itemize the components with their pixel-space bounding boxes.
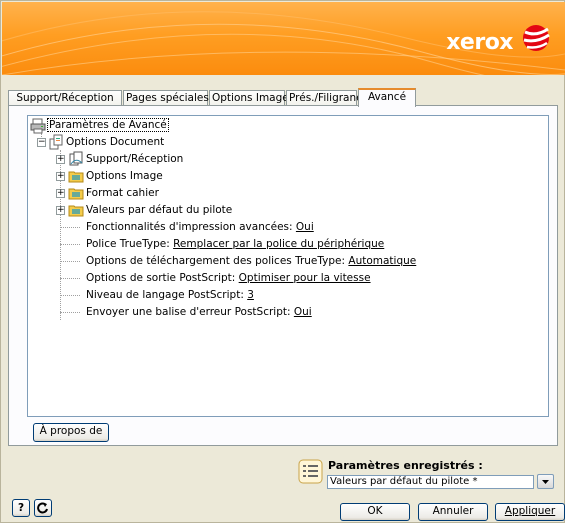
printer-icon [30, 118, 46, 134]
setting-label: Options de sortie PostScript: [86, 272, 239, 284]
settings-tree[interactable]: Paramètres de Avancé − Options Document … [27, 115, 549, 417]
setting-value[interactable]: Optimiser pour la vitesse [239, 272, 371, 284]
expand-toggle[interactable]: + [56, 172, 65, 181]
about-button[interactable]: À propos de [33, 423, 109, 442]
apply-button-label: Appliquer [504, 505, 556, 517]
tree-item-options-document[interactable]: Options Document [66, 134, 164, 150]
collapse-toggle[interactable]: − [37, 138, 46, 147]
tab-pres-filigrane[interactable]: Prés./Filigrane [286, 90, 363, 106]
cancel-button[interactable]: Annuler [418, 503, 488, 521]
question-icon: ? [17, 502, 25, 514]
tree-connector [60, 278, 80, 279]
xerox-logo-text: xerox [446, 30, 513, 55]
chevron-down-icon [542, 480, 549, 484]
setting-niveau-langage[interactable]: Niveau de langage PostScript: 3 [86, 287, 254, 303]
tree-root[interactable]: Paramètres de Avancé [47, 117, 169, 133]
expand-toggle[interactable]: + [56, 155, 65, 164]
reset-icon [37, 502, 48, 514]
reset-button[interactable] [34, 499, 52, 517]
saved-settings-icon [298, 459, 323, 484]
tree-connector [60, 244, 80, 245]
tab-pages-speciales[interactable]: Pages spéciales [123, 90, 209, 106]
setting-label: Envoyer une balise d'erreur PostScript: [86, 306, 294, 318]
tab-options-image[interactable]: Options Image [209, 90, 289, 106]
document-options-icon [69, 151, 83, 166]
expand-toggle[interactable]: + [56, 189, 65, 198]
tree-item-valeurs-defaut[interactable]: Valeurs par défaut du pilote [86, 202, 232, 218]
tree-item-options-image[interactable]: Options Image [86, 168, 163, 184]
saved-settings-dropdown-button[interactable] [537, 474, 554, 489]
help-button[interactable]: ? [12, 499, 30, 517]
saved-settings-select[interactable]: Valeurs par défaut du pilote * [327, 475, 534, 489]
setting-label: Fonctionnalités d'impression avancées: [86, 221, 296, 233]
setting-fonctionnalites[interactable]: Fonctionnalités d'impression avancées: O… [86, 219, 314, 235]
setting-sortie-postscript[interactable]: Options de sortie PostScript: Optimiser … [86, 270, 371, 286]
tree-connector [60, 312, 80, 313]
setting-balise-erreur[interactable]: Envoyer une balise d'erreur PostScript: … [86, 304, 312, 320]
folder-icon [68, 188, 84, 200]
tree-item-format-cahier[interactable]: Format cahier [86, 185, 159, 201]
tree-connector [60, 295, 80, 296]
tree-connector [60, 227, 80, 228]
setting-value[interactable]: Oui [296, 221, 314, 233]
setting-label: Options de téléchargement des polices Tr… [86, 255, 349, 267]
setting-telechargement-polices[interactable]: Options de téléchargement des polices Tr… [86, 253, 416, 269]
setting-police-truetype[interactable]: Police TrueType: Remplacer par la police… [86, 236, 384, 252]
tab-avance[interactable]: Avancé [358, 88, 416, 107]
saved-settings-label: Paramètres enregistrés : [328, 459, 483, 472]
tree-root-label: Paramètres de Avancé [47, 118, 169, 132]
expand-toggle[interactable]: + [56, 206, 65, 215]
tree-connector [60, 261, 80, 262]
tab-support-reception[interactable]: Support/Réception [8, 90, 122, 106]
setting-label: Police TrueType: [86, 238, 174, 250]
setting-value[interactable]: Remplacer par la police du périphérique [173, 238, 384, 250]
dialog-window: xerox Support/Réception Pages spéciales … [0, 0, 565, 523]
setting-value[interactable]: Automatique [348, 255, 416, 267]
tree-item-support-reception[interactable]: Support/Réception [86, 151, 183, 167]
document-options-icon [49, 134, 63, 150]
apply-button[interactable]: Appliquer [495, 503, 565, 521]
folder-icon [68, 205, 84, 217]
folder-icon [68, 171, 84, 183]
setting-label: Niveau de langage PostScript: [86, 289, 248, 301]
xerox-logo-icon [523, 25, 550, 51]
setting-value[interactable]: 3 [247, 289, 254, 301]
ok-button[interactable]: OK [340, 503, 410, 521]
setting-value[interactable]: Oui [294, 306, 312, 318]
brand-banner: xerox [2, 2, 565, 75]
